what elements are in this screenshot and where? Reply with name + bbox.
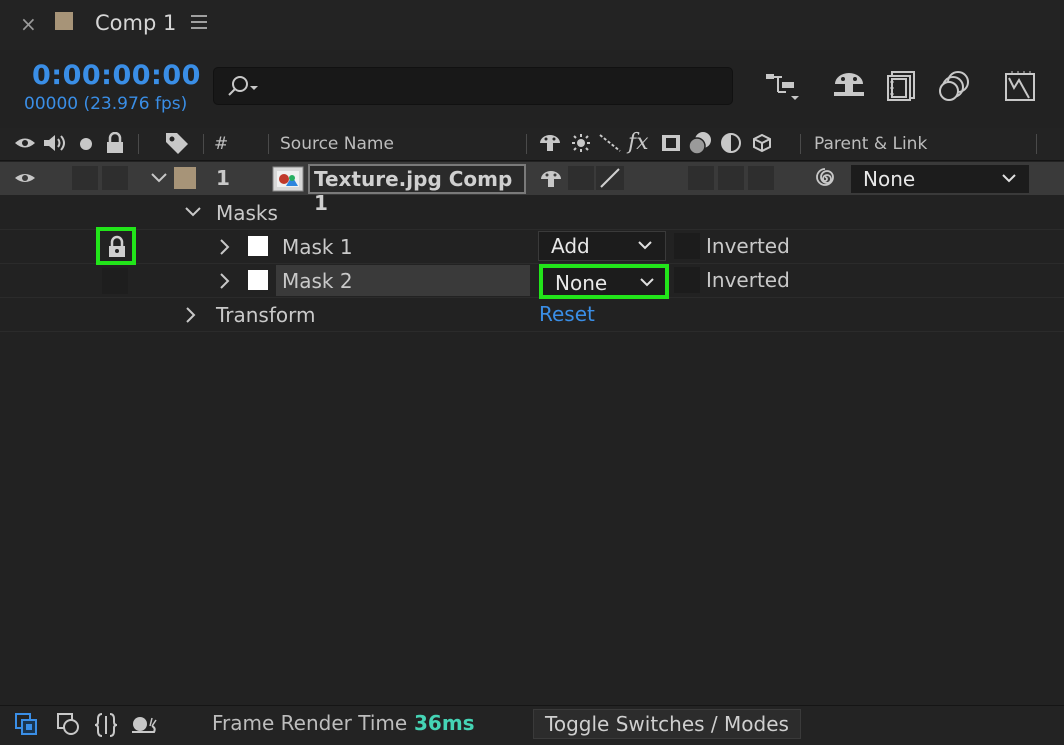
mask2-name: Mask 2 xyxy=(282,269,353,293)
current-time-display[interactable]: 0:00:00:00 xyxy=(32,60,201,91)
layer-label-color[interactable] xyxy=(174,167,196,189)
mask2-inverted-checkbox[interactable] xyxy=(674,267,700,293)
mask1-color-swatch[interactable] xyxy=(248,236,268,256)
transform-reset-link[interactable]: Reset xyxy=(539,302,595,326)
chevron-down-icon xyxy=(637,236,653,254)
audio-icon[interactable] xyxy=(42,133,68,153)
layer-motion-blur-switch[interactable] xyxy=(688,166,714,190)
lock-icon[interactable] xyxy=(104,132,126,154)
mask-lock-toggle[interactable] xyxy=(96,227,136,265)
search-field[interactable] xyxy=(213,67,733,105)
layer-solo-toggle[interactable] xyxy=(72,166,98,190)
frame-count-fps: 00000 (23.976 fps) xyxy=(24,94,188,114)
source-name-header[interactable]: Source Name xyxy=(280,134,394,154)
column-divider xyxy=(800,134,801,154)
transform-group-row[interactable] xyxy=(0,298,1064,332)
mask1-name[interactable]: Mask 1 xyxy=(282,235,353,259)
mask-row[interactable] xyxy=(0,230,1064,264)
layer-shy-switch-icon[interactable] xyxy=(539,169,563,189)
layer-visibility-eye-icon[interactable] xyxy=(14,170,36,186)
mask-row[interactable] xyxy=(0,264,1064,298)
layer-adjustment-switch[interactable] xyxy=(718,166,744,190)
mask1-mode-value: Add xyxy=(551,234,590,258)
layer-number-header[interactable]: # xyxy=(214,134,228,154)
column-divider xyxy=(526,134,527,154)
toggle-switches-modes-label: Toggle Switches / Modes xyxy=(545,712,789,736)
column-divider xyxy=(1036,134,1037,154)
layer-3d-switch[interactable] xyxy=(748,166,774,190)
masks-label: Masks xyxy=(216,201,278,225)
status-bar xyxy=(0,705,1064,745)
transfer-controls-icon[interactable] xyxy=(56,712,82,738)
mask2-expand-chevron-icon[interactable] xyxy=(218,272,232,290)
adjustment-layer-icon[interactable] xyxy=(720,133,742,153)
composition-footage-icon xyxy=(272,166,304,192)
layer-expand-chevron-icon[interactable] xyxy=(150,168,168,186)
render-time-snail-icon[interactable] xyxy=(130,712,158,738)
parent-link-header[interactable]: Parent & Link xyxy=(814,134,927,154)
toggle-switches-modes-button[interactable]: Toggle Switches / Modes xyxy=(533,709,801,739)
tab-title[interactable]: Comp 1 xyxy=(95,11,176,35)
mask2-lock-toggle[interactable] xyxy=(102,268,128,294)
panel-menu-icon[interactable] xyxy=(190,12,210,32)
column-divider xyxy=(203,134,204,154)
close-tab-button[interactable]: × xyxy=(20,12,37,36)
column-divider xyxy=(138,134,139,154)
quality-icon[interactable] xyxy=(598,133,622,153)
column-divider xyxy=(268,134,269,154)
mask2-name-field[interactable]: Mask 2 xyxy=(276,265,530,296)
layer-number: 1 xyxy=(216,166,230,190)
layer-name-field[interactable]: Texture.jpg Comp 1 xyxy=(308,164,526,215)
mask2-color-swatch[interactable] xyxy=(248,270,268,290)
frame-render-time-value: 36ms xyxy=(414,711,475,735)
motion-blur-column-icon[interactable] xyxy=(686,131,714,155)
parent-dropdown-value: None xyxy=(863,167,916,191)
mask1-expand-chevron-icon[interactable] xyxy=(218,238,232,256)
mask2-mode-value: None xyxy=(555,271,608,295)
search-icon xyxy=(226,74,262,98)
mask1-mode-dropdown[interactable]: Add xyxy=(538,231,666,261)
draft-3d-icon[interactable] xyxy=(832,70,866,100)
in-out-duration-icon[interactable] xyxy=(94,712,118,738)
layer-quality-switch[interactable] xyxy=(596,166,624,190)
solo-icon[interactable] xyxy=(78,136,94,152)
parent-dropdown[interactable]: None xyxy=(850,164,1030,194)
video-visibility-icon[interactable] xyxy=(14,134,36,152)
label-tag-icon[interactable] xyxy=(164,131,190,155)
frame-render-time-label: Frame Render Time xyxy=(212,711,408,735)
chevron-down-icon xyxy=(1001,169,1017,187)
chevron-down-icon xyxy=(639,273,655,291)
layer-switches-toggle-icon[interactable] xyxy=(14,712,42,738)
masks-group-row[interactable] xyxy=(0,196,1064,230)
layer-collapse-switch[interactable] xyxy=(568,166,594,190)
collapse-transform-icon[interactable] xyxy=(570,133,592,153)
mask2-mode-dropdown[interactable]: None xyxy=(539,264,669,299)
mask1-inverted-checkbox[interactable] xyxy=(674,233,700,259)
graph-editor-icon[interactable] xyxy=(1004,70,1036,102)
pick-whip-icon[interactable] xyxy=(812,166,838,192)
masks-expand-chevron-icon[interactable] xyxy=(184,204,202,220)
frame-blend-column-icon[interactable] xyxy=(660,133,682,153)
lock-icon xyxy=(106,235,128,259)
frame-blending-icon[interactable] xyxy=(886,70,916,102)
transform-expand-chevron-icon[interactable] xyxy=(184,306,198,324)
effects-fx-icon[interactable]: fx xyxy=(628,130,649,155)
mask2-inverted-label: Inverted xyxy=(706,268,790,292)
mask1-inverted-label: Inverted xyxy=(706,234,790,258)
transform-label: Transform xyxy=(216,303,316,327)
layer-lock-toggle[interactable] xyxy=(102,166,128,190)
comp-color-swatch xyxy=(55,12,73,30)
3d-layer-icon[interactable] xyxy=(752,133,772,153)
shy-icon[interactable] xyxy=(538,133,562,153)
composition-flowchart-icon[interactable] xyxy=(764,70,800,102)
motion-blur-icon[interactable] xyxy=(938,70,970,102)
